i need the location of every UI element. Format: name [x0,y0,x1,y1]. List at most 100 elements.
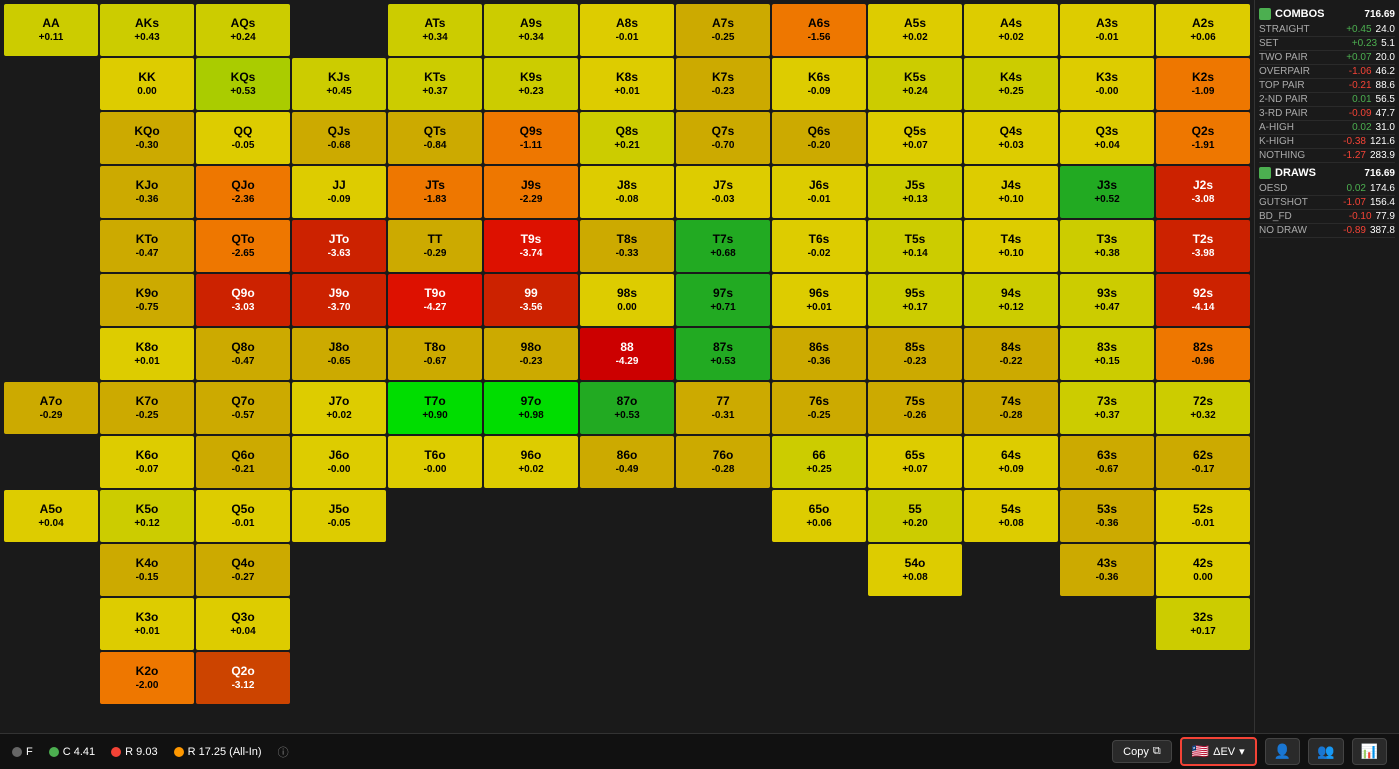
table-row[interactable]: QJo-2.36 [196,166,290,218]
table-row[interactable]: 93s+0.47 [1060,274,1154,326]
table-row[interactable]: T6o-0.00 [388,436,482,488]
table-row[interactable]: J7o+0.02 [292,382,386,434]
table-row[interactable]: Q4o-0.27 [196,544,290,596]
table-row[interactable]: KQs+0.53 [196,58,290,110]
table-row[interactable]: A5o+0.04 [4,490,98,542]
table-row[interactable]: J7s-0.03 [676,166,770,218]
table-row[interactable]: A6s-1.56 [772,4,866,56]
table-row[interactable]: T2s-3.98 [1156,220,1250,272]
table-row[interactable]: Q6s-0.20 [772,112,866,164]
table-row[interactable]: QTs-0.84 [388,112,482,164]
table-row[interactable]: T9s-3.74 [484,220,578,272]
table-row[interactable]: K5o+0.12 [100,490,194,542]
table-row[interactable]: A8s-0.01 [580,4,674,56]
table-row[interactable]: 86s-0.36 [772,328,866,380]
table-row[interactable]: T4s+0.10 [964,220,1058,272]
table-row[interactable]: 95s+0.17 [868,274,962,326]
table-row[interactable]: 87o+0.53 [580,382,674,434]
table-row[interactable]: K5s+0.24 [868,58,962,110]
table-row[interactable]: 53s-0.36 [1060,490,1154,542]
table-row[interactable]: 76s-0.25 [772,382,866,434]
table-row[interactable]: T7o+0.90 [388,382,482,434]
table-row[interactable]: 76o-0.28 [676,436,770,488]
table-row[interactable]: Q7s-0.70 [676,112,770,164]
table-row[interactable]: Q2s-1.91 [1156,112,1250,164]
table-row[interactable]: K8o+0.01 [100,328,194,380]
table-row[interactable]: AQs+0.24 [196,4,290,56]
table-row[interactable]: AA+0.11 [4,4,98,56]
table-row[interactable]: 92s-4.14 [1156,274,1250,326]
table-row[interactable]: JTo-3.63 [292,220,386,272]
table-row[interactable]: TT-0.29 [388,220,482,272]
table-row[interactable]: 64s+0.09 [964,436,1058,488]
table-row[interactable]: 65o+0.06 [772,490,866,542]
table-row[interactable]: K8s+0.01 [580,58,674,110]
table-row[interactable]: ATs+0.34 [388,4,482,56]
table-row[interactable]: QTo-2.65 [196,220,290,272]
table-row[interactable]: Q2o-3.12 [196,652,290,704]
table-row[interactable]: K9o-0.75 [100,274,194,326]
table-row[interactable]: QQ-0.05 [196,112,290,164]
table-row[interactable]: JJ-0.09 [292,166,386,218]
table-row[interactable]: Q9o-3.03 [196,274,290,326]
table-row[interactable]: 94s+0.12 [964,274,1058,326]
table-row[interactable]: A9s+0.34 [484,4,578,56]
table-row[interactable]: K3s-0.00 [1060,58,1154,110]
table-row[interactable]: A2s+0.06 [1156,4,1250,56]
table-row[interactable]: 88-4.29 [580,328,674,380]
users-button[interactable]: 👥 [1308,738,1343,765]
table-row[interactable]: 54o+0.08 [868,544,962,596]
table-row[interactable]: 98s0.00 [580,274,674,326]
table-row[interactable]: A7s-0.25 [676,4,770,56]
table-row[interactable]: AKs+0.43 [100,4,194,56]
table-row[interactable]: A3s-0.01 [1060,4,1154,56]
table-row[interactable]: T8s-0.33 [580,220,674,272]
table-row[interactable]: 73s+0.37 [1060,382,1154,434]
table-row[interactable]: K7s-0.23 [676,58,770,110]
table-row[interactable]: Q3s+0.04 [1060,112,1154,164]
table-row[interactable]: KTo-0.47 [100,220,194,272]
table-row[interactable]: 42s0.00 [1156,544,1250,596]
table-row[interactable]: Q3o+0.04 [196,598,290,650]
table-row[interactable]: 97o+0.98 [484,382,578,434]
table-row[interactable]: Q5s+0.07 [868,112,962,164]
table-row[interactable]: T5s+0.14 [868,220,962,272]
table-row[interactable]: 84s-0.22 [964,328,1058,380]
table-row[interactable]: Q9s-1.11 [484,112,578,164]
table-row[interactable]: J8o-0.65 [292,328,386,380]
table-row[interactable]: 43s-0.36 [1060,544,1154,596]
table-row[interactable]: Q7o-0.57 [196,382,290,434]
table-row[interactable]: 65s+0.07 [868,436,962,488]
table-row[interactable]: 96s+0.01 [772,274,866,326]
table-row[interactable]: KQo-0.30 [100,112,194,164]
table-row[interactable]: 54s+0.08 [964,490,1058,542]
table-row[interactable]: 52s-0.01 [1156,490,1250,542]
table-row[interactable]: JTs-1.83 [388,166,482,218]
table-row[interactable]: 98o-0.23 [484,328,578,380]
table-row[interactable]: T3s+0.38 [1060,220,1154,272]
table-row[interactable]: K4s+0.25 [964,58,1058,110]
table-row[interactable]: K2s-1.09 [1156,58,1250,110]
table-row[interactable]: 55+0.20 [868,490,962,542]
table-row[interactable]: Q5o-0.01 [196,490,290,542]
table-row[interactable]: J2s-3.08 [1156,166,1250,218]
table-row[interactable]: QJs-0.68 [292,112,386,164]
table-row[interactable]: K4o-0.15 [100,544,194,596]
table-row[interactable]: 75s-0.26 [868,382,962,434]
table-row[interactable]: J5s+0.13 [868,166,962,218]
table-row[interactable]: 96o+0.02 [484,436,578,488]
table-row[interactable]: 99-3.56 [484,274,578,326]
user-button[interactable]: 👤 [1265,738,1300,765]
table-row[interactable]: Q8s+0.21 [580,112,674,164]
table-row[interactable]: 62s-0.17 [1156,436,1250,488]
table-row[interactable]: K6s-0.09 [772,58,866,110]
table-row[interactable]: T7s+0.68 [676,220,770,272]
table-row[interactable]: K3o+0.01 [100,598,194,650]
table-row[interactable]: A5s+0.02 [868,4,962,56]
dev-button[interactable]: 🇱🇷 ΔEV ▾ [1180,737,1257,766]
table-row[interactable]: 83s+0.15 [1060,328,1154,380]
table-row[interactable]: 82s-0.96 [1156,328,1250,380]
table-row[interactable]: Q4s+0.03 [964,112,1058,164]
table-row[interactable]: A4s+0.02 [964,4,1058,56]
table-row[interactable]: K2o-2.00 [100,652,194,704]
